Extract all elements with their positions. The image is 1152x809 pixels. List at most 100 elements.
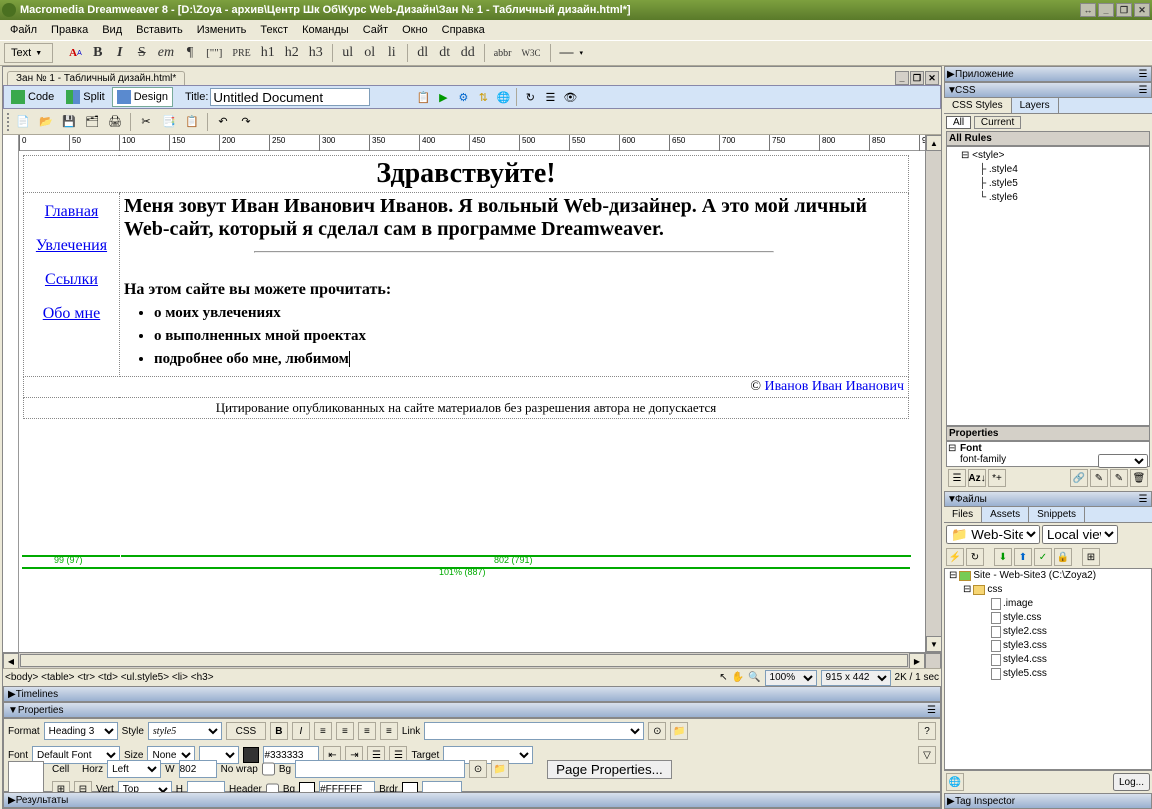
validate-icon[interactable]: ▶ bbox=[434, 88, 452, 106]
align-left-icon[interactable]: ≡ bbox=[314, 722, 332, 740]
bg-input[interactable] bbox=[295, 760, 465, 778]
tag-selector[interactable]: <body> <table> <tr> <td> <ul.style5> <li… bbox=[5, 672, 214, 683]
nav-links[interactable]: Ссылки bbox=[28, 263, 115, 297]
ul-icon[interactable]: ul bbox=[338, 43, 358, 63]
layers-tab[interactable]: Layers bbox=[1012, 98, 1059, 113]
show-category-icon[interactable]: ☰ bbox=[948, 469, 966, 487]
put-icon[interactable]: ⬆ bbox=[1014, 548, 1032, 566]
bg-point-icon[interactable]: ⊙ bbox=[469, 760, 487, 778]
code-view-button[interactable]: Code bbox=[6, 87, 59, 107]
menu-Команды[interactable]: Команды bbox=[296, 22, 355, 38]
h1-icon[interactable]: h1 bbox=[257, 43, 279, 63]
menu-Окно[interactable]: Окно bbox=[396, 22, 434, 38]
align-center-icon[interactable]: ≡ bbox=[336, 722, 354, 740]
font-tag-icon[interactable]: AA bbox=[65, 43, 86, 63]
properties-panel-header[interactable]: ▼ Properties☰ bbox=[3, 702, 941, 718]
maximize-button[interactable]: ❐ bbox=[1116, 3, 1132, 17]
dt-icon[interactable]: dt bbox=[435, 43, 455, 63]
new-icon[interactable]: 📄 bbox=[13, 112, 33, 132]
dl-icon[interactable]: dl bbox=[413, 43, 433, 63]
point-to-file-icon[interactable]: ⊙ bbox=[648, 722, 666, 740]
browse-icon[interactable]: 📁 bbox=[670, 722, 688, 740]
undo-icon[interactable]: ↶ bbox=[213, 112, 233, 132]
li-icon[interactable]: li bbox=[382, 43, 402, 63]
menu-Текст[interactable]: Текст bbox=[254, 22, 294, 38]
refresh-files-icon[interactable]: ↻ bbox=[966, 548, 984, 566]
blockquote-icon[interactable]: [""] bbox=[202, 43, 226, 63]
split-button[interactable]: ↔ bbox=[1080, 3, 1096, 17]
divider[interactable] bbox=[254, 251, 774, 253]
list-item[interactable]: о моих увлечениях bbox=[154, 305, 904, 322]
bg-browse-icon[interactable]: 📁 bbox=[491, 760, 509, 778]
get-icon[interactable]: ⬇ bbox=[994, 548, 1012, 566]
file-management-icon[interactable]: ⇅ bbox=[474, 88, 492, 106]
refresh-icon[interactable]: ↻ bbox=[521, 88, 539, 106]
abbr-icon[interactable]: abbr bbox=[490, 43, 516, 63]
document-tab[interactable]: Зан № 1 - Табличный дизайн.html* bbox=[7, 71, 185, 85]
menu-Вставить[interactable]: Вставить bbox=[130, 22, 189, 38]
view-options-icon[interactable]: ☰ bbox=[541, 88, 559, 106]
page-heading[interactable]: Здравствуйте! bbox=[28, 158, 904, 190]
delete-rule-icon[interactable]: 🗑 bbox=[1130, 469, 1148, 487]
design-view-button[interactable]: Design bbox=[112, 87, 173, 107]
connect-icon[interactable]: ⚡ bbox=[946, 548, 964, 566]
css-rules-tree[interactable]: ⊟ <style> ├ .style4 ├ .style5 └ .style6 bbox=[946, 146, 1150, 426]
cut-icon[interactable]: ✂ bbox=[136, 112, 156, 132]
edit-style-icon[interactable]: ✎ bbox=[1110, 469, 1128, 487]
w-input[interactable] bbox=[179, 760, 217, 778]
em-icon[interactable]: em bbox=[154, 43, 178, 63]
site-map-icon[interactable]: 🌐 bbox=[946, 773, 964, 791]
results-panel-header[interactable]: ▶ Результаты bbox=[3, 792, 941, 808]
intro-text[interactable]: Меня зовут Иван Иванович Иванов. Я вольн… bbox=[124, 195, 904, 241]
ol-icon[interactable]: ol bbox=[360, 43, 380, 63]
split-view-button[interactable]: Split bbox=[61, 87, 109, 107]
footnote[interactable]: Цитирование опубликованных на сайте мате… bbox=[24, 398, 909, 419]
doc-restore-icon[interactable]: ❐ bbox=[910, 71, 924, 85]
attach-stylesheet-icon[interactable]: 🔗 bbox=[1070, 469, 1088, 487]
list-item[interactable]: подробнее обо мне, любимом bbox=[154, 351, 904, 368]
pre-icon[interactable]: PRE bbox=[228, 43, 254, 63]
vertical-scrollbar[interactable]: ▲ ▼ bbox=[925, 135, 941, 652]
paragraph-icon[interactable]: ¶ bbox=[180, 43, 200, 63]
italic-icon[interactable]: I bbox=[110, 43, 130, 63]
visual-aids-icon[interactable]: 👁 bbox=[561, 88, 579, 106]
collapse-icon[interactable]: ▽ bbox=[918, 746, 936, 764]
css-button[interactable]: CSS bbox=[226, 722, 266, 740]
snippets-tab[interactable]: Snippets bbox=[1029, 507, 1085, 522]
window-size-select[interactable]: 915 x 442 bbox=[821, 670, 891, 686]
design-canvas[interactable]: 0501001502002503003504004505005506006507… bbox=[3, 135, 941, 668]
nav-main[interactable]: Главная bbox=[28, 195, 115, 229]
help-icon[interactable]: ? bbox=[918, 722, 936, 740]
h3-icon[interactable]: h3 bbox=[305, 43, 327, 63]
menu-Сайт[interactable]: Сайт bbox=[357, 22, 394, 38]
list-item[interactable]: о выполненных мной проектах bbox=[154, 328, 904, 345]
h2-icon[interactable]: h2 bbox=[281, 43, 303, 63]
files-tab[interactable]: Files bbox=[944, 507, 982, 522]
italic-button[interactable]: I bbox=[292, 722, 310, 740]
insert-category[interactable]: Text ▼ bbox=[4, 43, 53, 63]
w3c-icon[interactable]: W3C bbox=[518, 43, 545, 63]
nav-about[interactable]: Обо мне bbox=[28, 297, 115, 331]
files-panel-header[interactable]: ▼Файлы☰ bbox=[944, 491, 1152, 507]
copyright-link[interactable]: Иванов Иван Иванович bbox=[765, 379, 904, 394]
new-rule-icon[interactable]: ✎ bbox=[1090, 469, 1108, 487]
checkout-icon[interactable]: ✓ bbox=[1034, 548, 1052, 566]
saveall-icon[interactable]: 🗂 bbox=[82, 112, 102, 132]
preview-icon[interactable]: 🌐 bbox=[494, 88, 512, 106]
timelines-panel-header[interactable]: ▶ Timelines bbox=[3, 686, 941, 702]
horz-select[interactable]: Left bbox=[107, 760, 161, 778]
style-select[interactable]: style5 bbox=[148, 722, 222, 740]
hand-tool-icon[interactable]: ✋ bbox=[732, 672, 744, 683]
save-icon[interactable]: 💾 bbox=[59, 112, 79, 132]
doc-close-icon[interactable]: ✕ bbox=[925, 71, 939, 85]
menu-Файл[interactable]: Файл bbox=[4, 22, 43, 38]
menu-Изменить[interactable]: Изменить bbox=[191, 22, 253, 38]
nav-hobbies[interactable]: Увлечения bbox=[28, 229, 115, 263]
files-tree[interactable]: ⊟ Site - Web-Site3 (C:\Zoya2) ⊟ css .ima… bbox=[944, 568, 1152, 770]
select-tool-icon[interactable]: ↖ bbox=[719, 672, 727, 683]
page-properties-button[interactable]: Page Properties... bbox=[547, 760, 672, 779]
zoom-select[interactable]: 100% bbox=[765, 670, 817, 686]
site-select[interactable]: 📁 Web-Site3 bbox=[946, 525, 1040, 544]
check-page-icon[interactable]: ⚙ bbox=[454, 88, 472, 106]
expand-icon[interactable]: ⊞ bbox=[1082, 548, 1100, 566]
